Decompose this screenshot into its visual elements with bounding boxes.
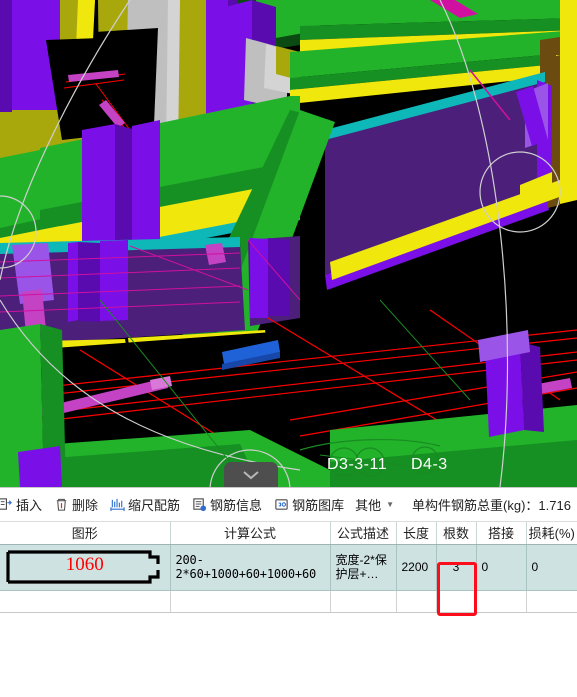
toolbar-item-rebar-info[interactable]: 钢筋信息 <box>188 493 267 516</box>
cell-count[interactable] <box>436 590 477 613</box>
toolbar-label-scale-rebar: 缩尺配筋 <box>128 498 181 513</box>
toolbar-label-rebar-info: 钢筋信息 <box>210 498 263 513</box>
cell-desc[interactable] <box>330 590 397 613</box>
rebar-shape-diagram: 1060 <box>0 545 170 589</box>
chevron-down-icon <box>243 470 259 479</box>
scale-rebar-icon <box>109 497 125 513</box>
toolbar-label-other: 其他 <box>355 498 382 513</box>
table-row[interactable] <box>0 590 577 613</box>
rebar-table: 图形 计算公式 公式描述 长度 根数 搭接 损耗(%) 1060 200-2*6… <box>0 522 577 613</box>
toolbar-label-rebar-library: 钢筋图库 <box>292 498 345 513</box>
cell-count[interactable]: 3 <box>436 544 477 591</box>
cell-formula[interactable] <box>170 590 331 613</box>
application-window: D3-3-11 D4-3 插入 删除 缩尺配筋 钢筋信息 钢筋图库 其他 ▼ 单… <box>0 0 577 697</box>
table-header-row: 图形 计算公式 公式描述 长度 根数 搭接 损耗(%) <box>0 522 577 545</box>
col-header-lap[interactable]: 搭接 <box>476 522 527 545</box>
toolbar-item-other[interactable]: 其他 ▼ <box>352 493 399 516</box>
viewport-collapse-tab[interactable] <box>224 462 278 487</box>
toolbar-item-rebar-library[interactable]: 钢筋图库 <box>270 493 349 516</box>
col-header-desc[interactable]: 公式描述 <box>330 522 397 545</box>
cell-lap[interactable]: 0 <box>476 544 527 591</box>
toolbar-item-scale-rebar[interactable]: 缩尺配筋 <box>106 493 185 516</box>
toolbar-label-insert: 插入 <box>16 498 43 513</box>
col-header-loss[interactable]: 损耗(%) <box>526 522 577 545</box>
scene-label-1: D3-3-11 <box>327 456 388 473</box>
3d-model-viewport[interactable]: D3-3-11 D4-3 <box>0 0 577 487</box>
scene-label-2: D4-3 <box>411 456 448 473</box>
cell-loss[interactable] <box>526 590 577 613</box>
cell-length[interactable] <box>396 590 437 613</box>
cell-desc[interactable]: 宽度-2*保护层+… <box>330 544 397 591</box>
total-weight-label: 单构件钢筋总重(kg)：1.716 <box>412 498 571 513</box>
table-row[interactable]: 1060 200-2*60+1000+60+1000+60 宽度-2*保护层+…… <box>0 544 577 591</box>
delete-trash-icon <box>53 497 69 513</box>
3d-rebar-scene <box>0 0 577 487</box>
col-header-formula[interactable]: 计算公式 <box>170 522 331 545</box>
cell-shape[interactable] <box>0 590 171 613</box>
toolbar-item-insert[interactable]: 插入 <box>0 493 47 516</box>
rebar-info-icon <box>191 497 207 513</box>
chevron-down-icon: ▼ <box>386 500 395 509</box>
cell-lap[interactable] <box>476 590 527 613</box>
rebar-library-icon <box>273 497 289 513</box>
toolbar-item-delete[interactable]: 删除 <box>50 493 103 516</box>
rebar-shape-length: 1060 <box>65 554 104 575</box>
cell-loss[interactable]: 0 <box>526 544 577 591</box>
toolbar-label-delete: 删除 <box>72 498 99 513</box>
col-header-length[interactable]: 长度 <box>396 522 437 545</box>
col-header-shape[interactable]: 图形 <box>0 522 171 545</box>
cell-shape[interactable]: 1060 <box>0 544 171 591</box>
cell-formula[interactable]: 200-2*60+1000+60+1000+60 <box>170 544 331 591</box>
rebar-toolbar: 插入 删除 缩尺配筋 钢筋信息 钢筋图库 其他 ▼ 单构件钢筋总重(kg)：1.… <box>0 487 577 522</box>
col-header-count[interactable]: 根数 <box>436 522 477 545</box>
rebar-editor-panel: 插入 删除 缩尺配筋 钢筋信息 钢筋图库 其他 ▼ 单构件钢筋总重(kg)：1.… <box>0 487 577 697</box>
insert-icon <box>0 497 13 513</box>
cell-length[interactable]: 2200 <box>396 544 437 591</box>
